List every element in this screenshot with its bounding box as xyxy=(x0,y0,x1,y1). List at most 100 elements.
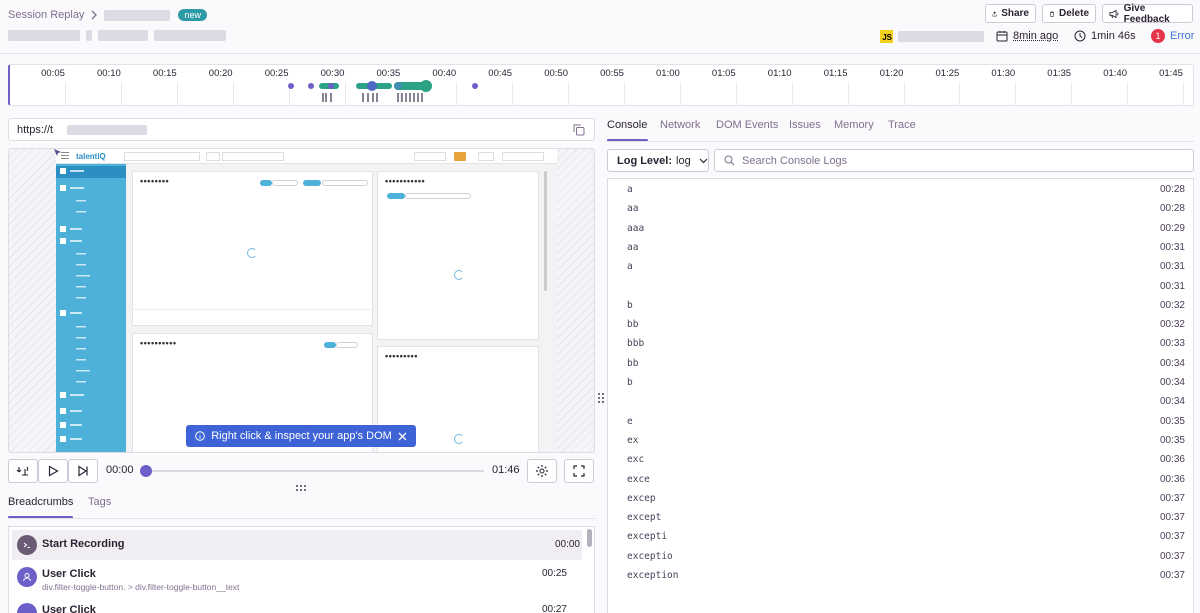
drag-handle-icon[interactable] xyxy=(295,484,307,492)
tab-issues[interactable]: Issues xyxy=(789,119,821,131)
breadcrumb-item[interactable]: User Click 00:27 xyxy=(9,599,581,613)
tab-memory[interactable]: Memory xyxy=(834,119,874,131)
console-log-row[interactable]: 00:31 xyxy=(608,277,1193,296)
share-button[interactable]: Share xyxy=(985,4,1036,23)
tab-trace[interactable]: Trace xyxy=(888,119,916,131)
javascript-platform-icon: JS xyxy=(880,29,893,43)
console-log-time[interactable]: 00:29 xyxy=(1160,223,1185,234)
console-log-time[interactable]: 00:36 xyxy=(1160,474,1185,485)
log-level-select[interactable]: Log Level: log xyxy=(607,149,709,172)
console-log-row[interactable]: ex 00:35 xyxy=(608,431,1193,450)
play-button[interactable] xyxy=(38,459,68,483)
console-log-row[interactable]: aa 00:28 xyxy=(608,199,1193,218)
skip-forward-button[interactable] xyxy=(68,459,98,483)
breadcrumb-time[interactable]: 00:27 xyxy=(542,604,567,613)
timeline-frame-markers xyxy=(322,93,423,102)
console-log-row[interactable]: a 00:31 xyxy=(608,257,1193,276)
console-log-time[interactable]: 00:31 xyxy=(1160,261,1185,272)
console-log-row[interactable]: b 00:34 xyxy=(608,373,1193,392)
tab-console[interactable]: Console xyxy=(607,119,647,131)
share-icon xyxy=(992,11,997,16)
fullscreen-button[interactable] xyxy=(564,459,594,483)
tab-network[interactable]: Network xyxy=(660,119,700,131)
breadcrumb-list: Start Recording 00:00 User Click div.fil… xyxy=(8,526,595,613)
console-log-row[interactable]: aa 00:31 xyxy=(608,238,1193,257)
console-log-row[interactable]: bb 00:34 xyxy=(608,354,1193,373)
breadcrumb-time[interactable]: 00:25 xyxy=(542,568,567,579)
console-log-row[interactable]: 00:34 xyxy=(608,392,1193,411)
console-log-time[interactable]: 00:28 xyxy=(1160,184,1185,195)
close-icon[interactable] xyxy=(398,432,407,441)
console-log-time[interactable]: 00:34 xyxy=(1160,358,1185,369)
console-log-message: bb xyxy=(627,357,639,369)
error-count-badge: 1 xyxy=(1151,29,1165,43)
console-log-time[interactable]: 00:37 xyxy=(1160,493,1185,504)
console-log-row[interactable]: e 00:35 xyxy=(608,412,1193,431)
console-log-time[interactable]: 00:33 xyxy=(1160,338,1185,349)
search-icon xyxy=(724,155,735,166)
copy-icon[interactable] xyxy=(573,124,585,136)
breadcrumb-scrollbar[interactable] xyxy=(587,529,592,547)
app-sidebar xyxy=(56,164,126,452)
replay-viewer[interactable]: talentiQ •••••••• ••••••••••• ••••••••••… xyxy=(8,148,595,453)
console-log-row[interactable]: except 00:37 xyxy=(608,508,1193,527)
replay-timeline[interactable]: 00:05 00:10 00:15 00:20 00:25 00:30 00:35 00:40… xyxy=(8,64,1194,106)
settings-button[interactable] xyxy=(527,459,557,483)
console-log-row[interactable]: exc 00:36 xyxy=(608,450,1193,469)
console-log-time[interactable]: 00:37 xyxy=(1160,570,1185,581)
breadcrumb-item[interactable]: Start Recording 00:00 xyxy=(12,530,582,560)
trash-icon xyxy=(1049,11,1055,17)
console-log-time[interactable]: 00:28 xyxy=(1160,203,1185,214)
megaphone-icon xyxy=(1109,9,1119,18)
replayed-app-frame[interactable]: talentiQ •••••••• ••••••••••• ••••••••••… xyxy=(56,149,557,452)
redacted-session-name xyxy=(104,9,171,21)
give-feedback-button[interactable]: Give Feedback xyxy=(1102,3,1193,25)
console-log-message: exc xyxy=(627,454,645,466)
console-log-time[interactable]: 00:35 xyxy=(1160,416,1185,427)
breadcrumb-time[interactable]: 00:00 xyxy=(555,539,580,550)
console-log-message: bbb xyxy=(627,338,645,350)
console-log-time[interactable]: 00:34 xyxy=(1160,396,1185,407)
calendar-icon xyxy=(996,31,1008,42)
tab-tags[interactable]: Tags xyxy=(88,496,111,508)
console-log-row[interactable]: excep 00:37 xyxy=(608,489,1193,508)
scrubber-handle[interactable] xyxy=(140,465,152,477)
console-log-row[interactable]: exceptio 00:37 xyxy=(608,547,1193,566)
console-log-time[interactable]: 00:37 xyxy=(1160,512,1185,523)
console-log-time[interactable]: 00:31 xyxy=(1160,242,1185,253)
console-log-row[interactable]: bbb 00:33 xyxy=(608,334,1193,353)
console-log-row[interactable]: exception 00:37 xyxy=(608,566,1193,585)
clock-icon xyxy=(1074,30,1086,42)
console-log-time[interactable]: 00:37 xyxy=(1160,531,1185,542)
console-log-row[interactable]: aaa 00:29 xyxy=(608,219,1193,238)
console-log-row[interactable]: a 00:28 xyxy=(608,180,1193,199)
console-log-message: except xyxy=(627,512,662,524)
breadcrumb-session-replay[interactable]: Session Replay xyxy=(8,9,84,21)
console-log-message: excepti xyxy=(627,531,668,543)
split-handle-icon[interactable] xyxy=(597,392,605,404)
console-log-row[interactable]: excepti 00:37 xyxy=(608,527,1193,546)
console-log-time[interactable]: 00:35 xyxy=(1160,435,1185,446)
console-log-row[interactable]: b 00:32 xyxy=(608,296,1193,315)
tab-dom-events[interactable]: DOM Events xyxy=(716,119,778,131)
error-link[interactable]: 1 Error xyxy=(1151,28,1194,44)
search-console-input[interactable]: Search Console Logs xyxy=(714,149,1194,172)
delete-button[interactable]: Delete xyxy=(1042,4,1096,23)
console-log-list: a 00:28 aa 00:28 aaa 00:29 aa 00:31 a 00:31 00:31 b… xyxy=(607,178,1194,613)
timeline-event-dots xyxy=(288,80,478,92)
console-log-message: a xyxy=(627,184,633,195)
breadcrumb-item[interactable]: User Click div.filter-toggle-button. > d… xyxy=(9,562,581,596)
scrubber[interactable] xyxy=(140,465,484,477)
console-log-time[interactable]: 00:31 xyxy=(1160,281,1185,292)
console-log-time[interactable]: 00:32 xyxy=(1160,319,1185,330)
rewind-button[interactable] xyxy=(8,459,38,483)
console-log-time[interactable]: 00:37 xyxy=(1160,551,1185,562)
console-log-time[interactable]: 00:34 xyxy=(1160,377,1185,388)
console-log-time[interactable]: 00:36 xyxy=(1160,454,1185,465)
redacted-user xyxy=(898,30,984,42)
console-log-time[interactable]: 00:32 xyxy=(1160,300,1185,311)
console-log-row[interactable]: bb 00:32 xyxy=(608,315,1193,334)
tab-breadcrumbs[interactable]: Breadcrumbs xyxy=(8,496,73,508)
console-log-row[interactable]: exce 00:36 xyxy=(608,470,1193,489)
breadcrumb: Session Replay new xyxy=(8,9,207,21)
